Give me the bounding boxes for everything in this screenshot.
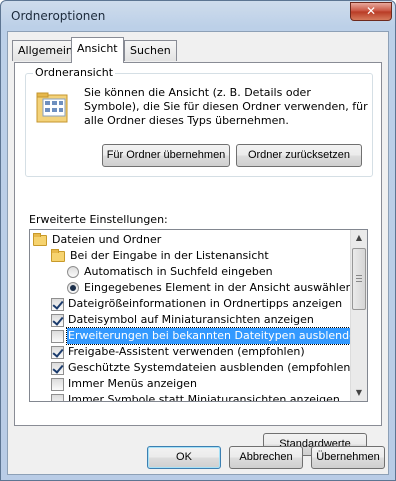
checkbox[interactable] — [51, 394, 64, 401]
folder-icon — [51, 249, 65, 262]
scroll-down-arrow-icon[interactable]: ▼ — [351, 385, 367, 401]
radio-label: Eingegebenes Element in der Ansicht ausw… — [84, 281, 353, 294]
checkbox-label: Immer Menüs anzeigen — [68, 377, 197, 390]
advanced-settings-label: Erweiterte Einstellungen: — [29, 213, 168, 226]
folder-view-group-label: Ordneransicht — [33, 66, 116, 79]
ok-button[interactable]: OK — [147, 446, 221, 469]
radio-label: Automatisch in Suchfeld eingeben — [84, 265, 273, 278]
tab-suchen[interactable]: Suchen — [124, 40, 177, 61]
checkbox[interactable] — [51, 298, 64, 311]
cancel-button[interactable]: Abbrechen — [229, 446, 303, 469]
tab-allgemein[interactable]: Allgemein — [12, 40, 79, 61]
checkbox-label: Immer Symbole statt Miniaturansichten an… — [68, 393, 340, 402]
radio-button[interactable] — [67, 282, 79, 294]
grip-line — [356, 275, 362, 276]
scrollbar-thumb[interactable] — [352, 248, 366, 310]
grip-line — [356, 278, 362, 279]
tree-item-label: Dateien und Ordner — [52, 233, 162, 246]
dialog-body: Allgemein Ansicht Suchen Ordneransicht S… — [7, 31, 389, 475]
checkbox[interactable] — [51, 362, 64, 375]
reset-folders-button[interactable]: Ordner zurücksetzen — [236, 144, 362, 167]
advanced-settings-tree[interactable]: Dateien und Ordner Bei der Eingabe in de… — [29, 229, 368, 402]
folder-icon — [33, 233, 47, 246]
apply-button[interactable]: Übernehmen — [311, 446, 385, 469]
checkbox-label: Erweiterungen bei bekannten Dateitypen a… — [66, 327, 365, 345]
scroll-up-arrow-icon[interactable]: ▲ — [351, 230, 367, 246]
tab-page-ansicht: Ordneransicht Sie können die Ansicht (z.… — [14, 62, 382, 456]
checkbox-label: Dateigrößeinformationen in Ordnertipps a… — [68, 297, 343, 310]
checkbox[interactable] — [51, 378, 64, 391]
radio-button[interactable] — [67, 266, 79, 278]
tab-ansicht[interactable]: Ansicht — [71, 37, 124, 63]
grip-line — [356, 281, 362, 282]
apply-to-folders-button[interactable]: Für Ordner übernehmen — [102, 144, 230, 167]
close-button[interactable]: ✕ — [350, 2, 392, 21]
folder-view-icon — [36, 92, 68, 123]
checkbox[interactable] — [51, 346, 64, 359]
vertical-scrollbar[interactable]: ▲ ▼ — [350, 230, 367, 401]
checkbox[interactable] — [51, 314, 64, 327]
title-bar[interactable]: Ordneroptionen ✕ — [1, 1, 395, 31]
checkbox[interactable] — [51, 330, 64, 343]
tree-item-label: Bei der Eingabe in der Listenansicht — [70, 249, 269, 262]
window-title: Ordneroptionen — [11, 9, 106, 23]
folder-view-description: Sie können die Ansicht (z. B. Details od… — [84, 86, 368, 127]
folder-view-group: Ordneransicht Sie können die Ansicht (z.… — [25, 66, 373, 177]
checkbox-label: Geschützte Systemdateien ausblenden (emp… — [68, 361, 355, 374]
dialog-window: Ordneroptionen ✕ Allgemein Ansicht Suche… — [0, 0, 396, 481]
checkbox-label: Dateisymbol auf Miniaturansichten anzeig… — [68, 313, 314, 326]
checkbox-label: Freigabe-Assistent verwenden (empfohlen) — [68, 345, 305, 358]
